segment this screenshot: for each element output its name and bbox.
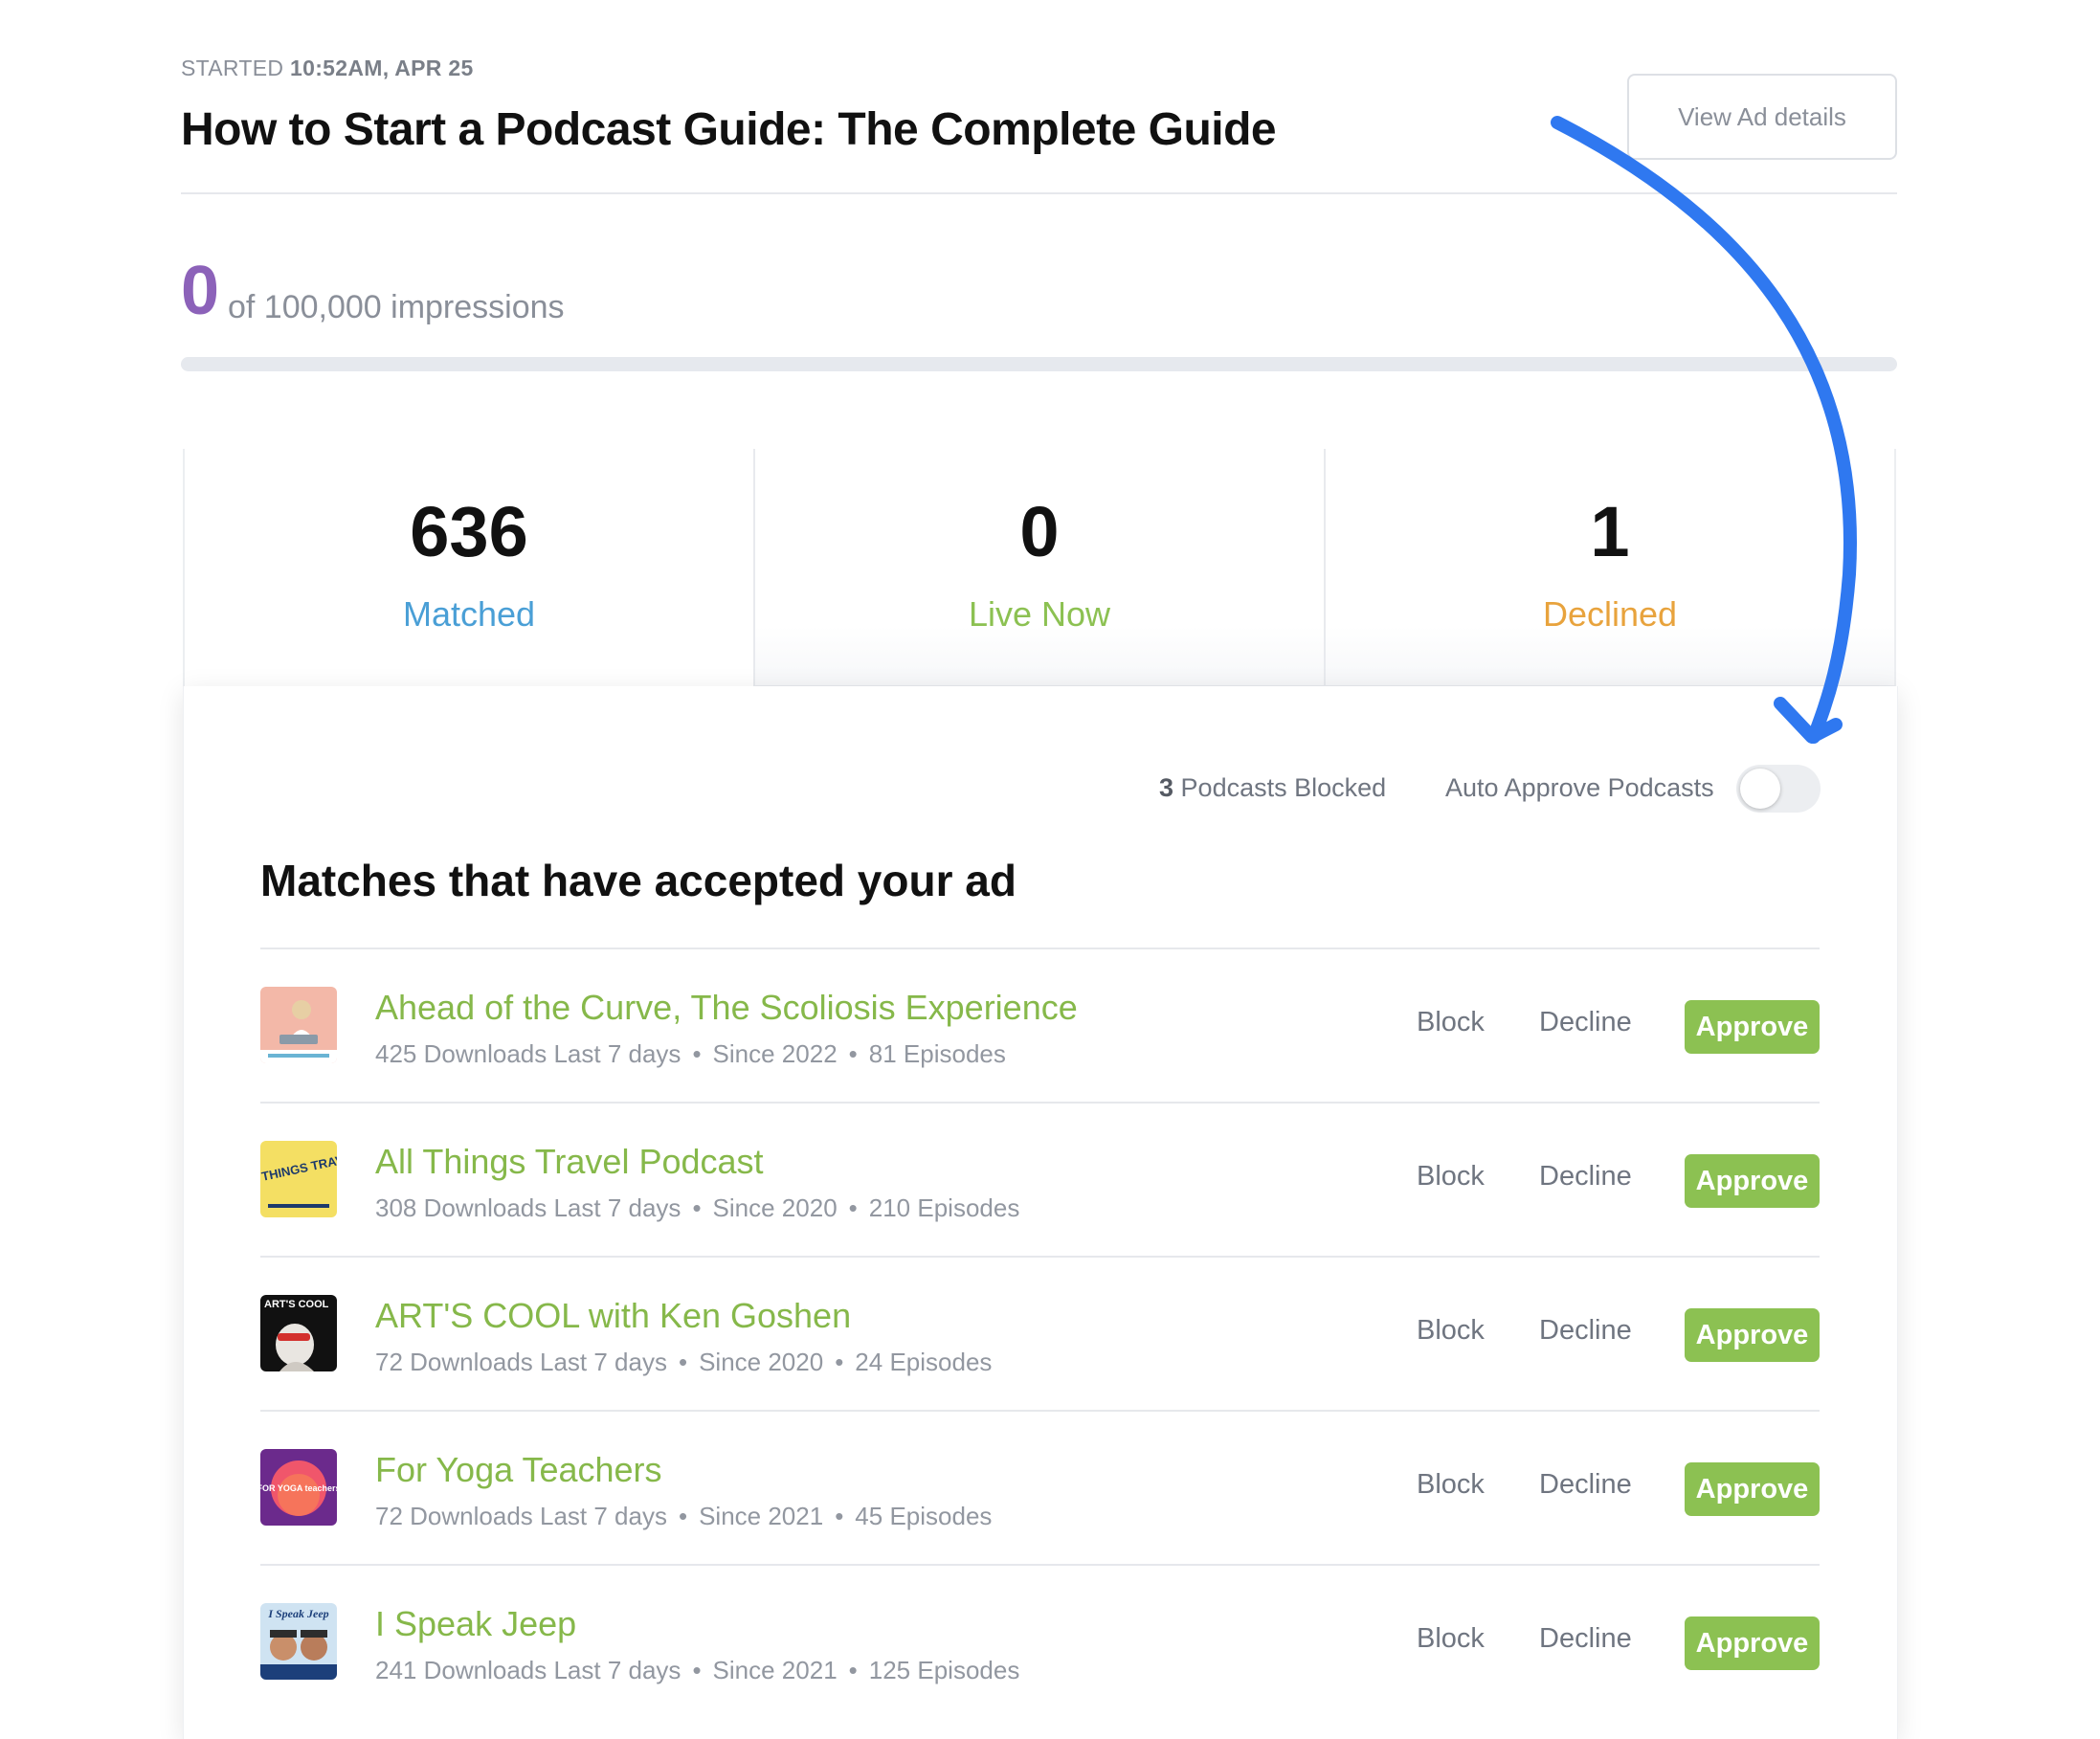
stats-tabs: 636 Matched 0 Live Now 1 Declined [183, 449, 1896, 686]
podcast-episodes: 81 Episodes [868, 1039, 1006, 1068]
separator-dot: • [678, 1502, 688, 1530]
decline-button[interactable]: Decline [1539, 1161, 1632, 1193]
travel-cover-art-icon: ALL THINGS TRAVEL [260, 1141, 337, 1217]
separator-dot: • [835, 1502, 844, 1530]
page-title: How to Start a Podcast Guide: The Comple… [181, 104, 1277, 155]
blocked-text: Podcasts Blocked [1180, 773, 1387, 802]
podcast-downloads: 72 Downloads Last 7 days [375, 1348, 667, 1376]
podcast-meta: 72 Downloads Last 7 days • Since 2021 • 45 E… [375, 1502, 992, 1531]
block-button[interactable]: Block [1417, 1161, 1485, 1193]
separator-dot: • [835, 1348, 844, 1376]
podcast-name[interactable]: ART'S COOL with Ken Goshen [375, 1296, 851, 1336]
podcast-episodes: 45 Episodes [855, 1502, 993, 1530]
podcast-episodes: 210 Episodes [868, 1193, 1020, 1222]
approve-button[interactable]: Approve [1685, 1000, 1820, 1054]
separator-dot: • [692, 1656, 702, 1684]
separator-dot: • [678, 1348, 688, 1376]
decline-button[interactable]: Decline [1539, 1315, 1632, 1347]
separator-dot: • [848, 1656, 858, 1684]
approve-button[interactable]: Approve [1685, 1616, 1820, 1670]
podcast-episodes: 24 Episodes [855, 1348, 993, 1376]
approve-button[interactable]: Approve [1685, 1308, 1820, 1362]
podcast-episodes: 125 Episodes [868, 1656, 1020, 1684]
jeep-cover-art-icon: I Speak Jeep [260, 1603, 337, 1680]
view-ad-details-button[interactable]: View Ad details [1627, 74, 1897, 160]
podcast-list: Ahead of the Curve, The Scoliosis Experi… [260, 948, 1820, 1718]
podcast-meta: 425 Downloads Last 7 days • Since 2022 • 81 … [375, 1039, 1006, 1069]
separator-dot: • [848, 1039, 858, 1068]
podcast-name[interactable]: Ahead of the Curve, The Scoliosis Experi… [375, 988, 1078, 1028]
impressions-progress-bar [181, 357, 1897, 371]
decline-button[interactable]: Decline [1539, 1007, 1632, 1038]
matched-label: Matched [402, 594, 536, 634]
blocked-count: 3 [1159, 773, 1174, 802]
podcast-name[interactable]: I Speak Jeep [375, 1604, 576, 1644]
declined-count: 1 [1590, 492, 1630, 571]
yoga-cover-art-icon: FOR YOGA teachers [260, 1449, 337, 1526]
started-label: STARTED [181, 56, 284, 80]
podcast-name[interactable]: For Yoga Teachers [375, 1450, 662, 1490]
approve-button[interactable]: Approve [1685, 1154, 1820, 1208]
list-item: I Speak Jeep I Speak Jeep 241 Downloads … [260, 1564, 1820, 1718]
declined-label: Declined [1542, 594, 1678, 634]
podcast-since: Since 2020 [712, 1193, 838, 1222]
podcast-name[interactable]: All Things Travel Podcast [375, 1142, 764, 1182]
podcast-since: Since 2021 [712, 1656, 838, 1684]
podcast-downloads: 72 Downloads Last 7 days [375, 1502, 667, 1530]
podcasts-blocked-link[interactable]: 3 Podcasts Blocked [1159, 773, 1386, 803]
podcast-downloads: 241 Downloads Last 7 days [375, 1656, 681, 1684]
list-item: ART'S COOL ART'S COOL with Ken Goshen 72… [260, 1256, 1820, 1410]
live-now-label: Live Now [968, 594, 1111, 634]
matched-count: 636 [410, 492, 528, 571]
block-button[interactable]: Block [1417, 1469, 1485, 1501]
tab-declined[interactable]: 1 Declined [1324, 449, 1896, 686]
list-item: ALL THINGS TRAVEL All Things Travel Podc… [260, 1102, 1820, 1256]
yoga-cover-text: FOR YOGA teachers [260, 1483, 337, 1493]
podcast-since: Since 2021 [699, 1502, 824, 1530]
started-timestamp: STARTED 10:52AM, APR 25 [181, 56, 474, 81]
list-item: Ahead of the Curve, The Scoliosis Experi… [260, 948, 1820, 1102]
auto-approve-label: Auto Approve Podcasts [1445, 773, 1714, 802]
list-item: FOR YOGA teachers For Yoga Teachers 72 D… [260, 1410, 1820, 1564]
podcast-downloads: 308 Downloads Last 7 days [375, 1193, 681, 1222]
podcast-meta: 308 Downloads Last 7 days • Since 2020 • 210… [375, 1193, 1019, 1223]
block-button[interactable]: Block [1417, 1315, 1485, 1347]
started-value: 10:52AM, APR 25 [290, 56, 474, 80]
decline-button[interactable]: Decline [1539, 1469, 1632, 1501]
arts-cool-cover-art-icon: ART'S COOL [260, 1295, 337, 1371]
section-title: Matches that have accepted your ad [260, 856, 1016, 905]
podcast-downloads: 425 Downloads Last 7 days [375, 1039, 681, 1068]
jeep-cover-text: I Speak Jeep [267, 1607, 328, 1620]
podcast-meta: 241 Downloads Last 7 days • Since 2021 • 125… [375, 1656, 1019, 1685]
scoliosis-cover-art-icon [260, 987, 337, 1063]
block-button[interactable]: Block [1417, 1007, 1485, 1038]
arts-cool-cover-text: ART'S COOL [264, 1299, 329, 1310]
impressions-total: of 100,000 impressions [228, 289, 565, 325]
podcast-since: Since 2020 [699, 1348, 824, 1376]
tab-matched[interactable]: 636 Matched [183, 449, 753, 686]
tab-live-now[interactable]: 0 Live Now [753, 449, 1324, 686]
separator-dot: • [848, 1193, 858, 1222]
block-button[interactable]: Block [1417, 1623, 1485, 1655]
podcast-meta: 72 Downloads Last 7 days • Since 2020 • 24 E… [375, 1348, 992, 1377]
toggle-knob [1740, 769, 1780, 809]
separator-dot: • [692, 1193, 702, 1222]
decline-button[interactable]: Decline [1539, 1623, 1632, 1655]
header-divider [181, 192, 1897, 194]
auto-approve-toggle[interactable] [1736, 765, 1821, 813]
podcast-since: Since 2022 [712, 1039, 838, 1068]
separator-dot: • [692, 1039, 702, 1068]
approve-button[interactable]: Approve [1685, 1462, 1820, 1516]
impressions-count: 0 [181, 253, 220, 329]
live-now-count: 0 [1019, 492, 1060, 571]
